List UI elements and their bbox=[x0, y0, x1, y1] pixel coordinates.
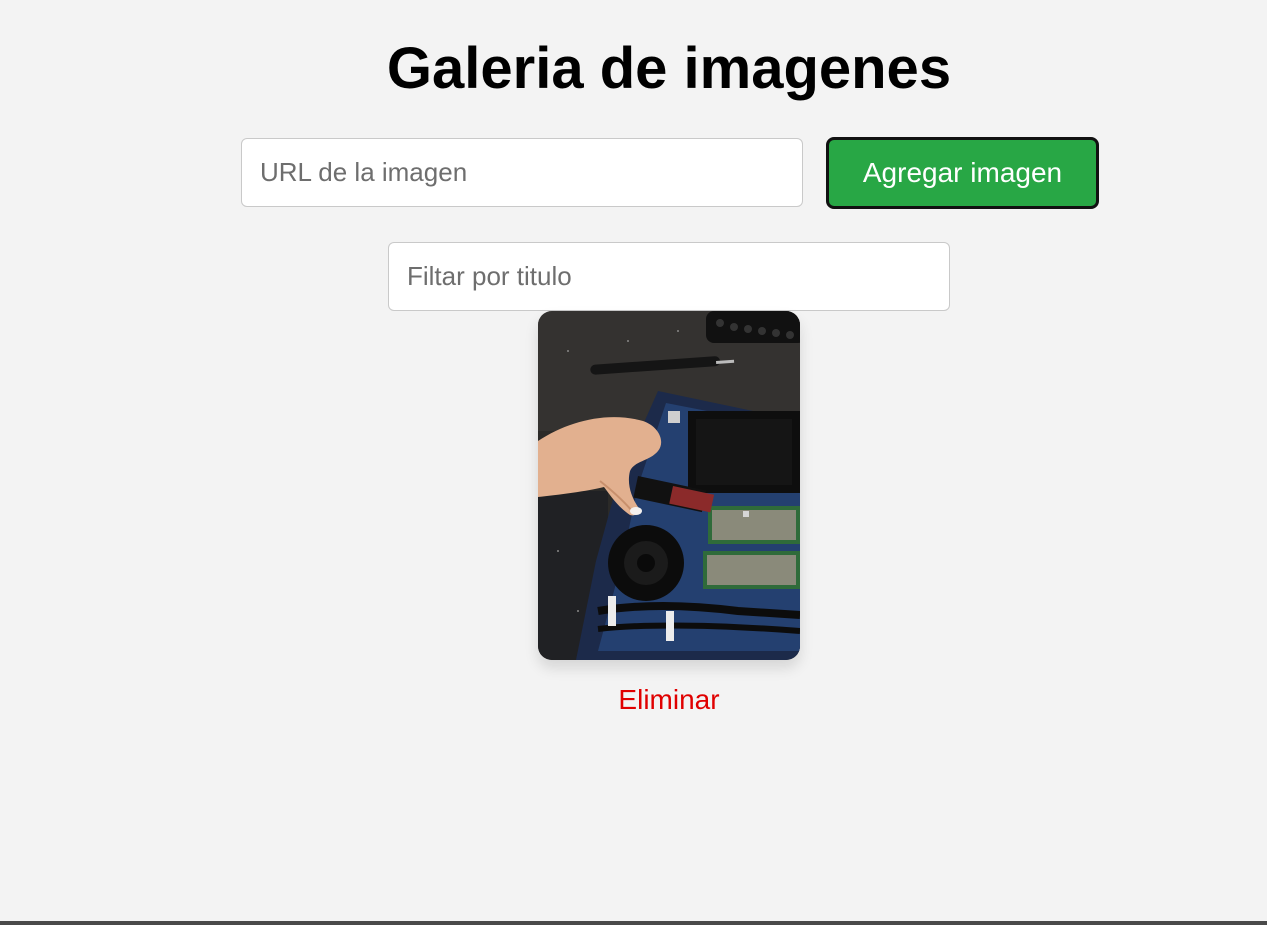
url-input[interactable] bbox=[241, 138, 803, 207]
filter-input[interactable] bbox=[388, 242, 950, 311]
gallery-image bbox=[538, 311, 800, 660]
window-bottom-border bbox=[0, 921, 1267, 925]
add-image-button[interactable]: Agregar imagen bbox=[826, 137, 1099, 209]
page-title: Galeria de imagenes bbox=[386, 36, 952, 101]
delete-image-link[interactable]: Eliminar bbox=[538, 684, 800, 716]
gallery-image-card bbox=[538, 311, 800, 660]
gallery-page: Galeria de imagenes Agregar imagen bbox=[0, 0, 1267, 925]
